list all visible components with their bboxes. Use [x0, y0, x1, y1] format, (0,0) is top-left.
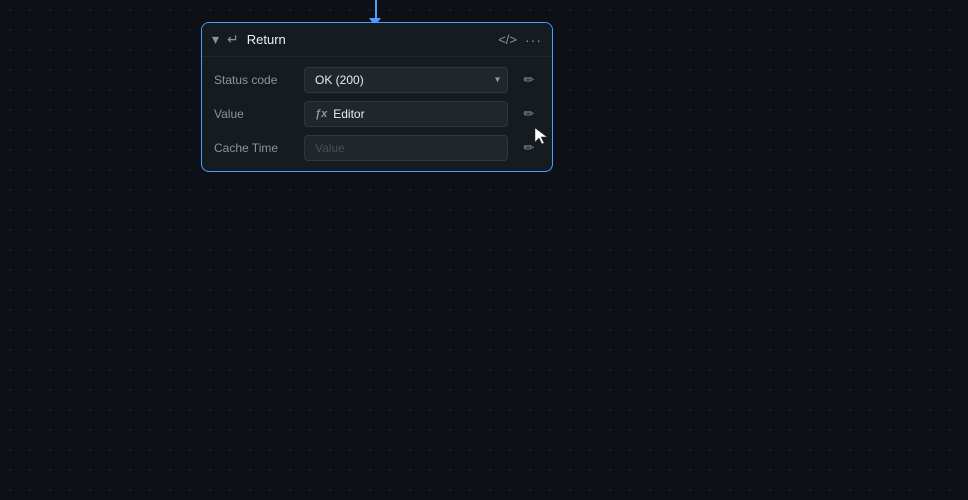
- return-icon: ↵: [227, 31, 239, 48]
- canvas: ▾ ↵ Return </> ··· Status code OK (200) …: [0, 0, 968, 500]
- value-edit-button[interactable]: ✏: [518, 106, 540, 122]
- cache-time-input[interactable]: [304, 135, 508, 161]
- editor-button[interactable]: ƒx Editor: [304, 101, 508, 127]
- value-editor-wrap: ƒx Editor: [304, 101, 508, 127]
- editor-label: Editor: [333, 107, 364, 121]
- collapse-chevron-icon[interactable]: ▾: [212, 31, 219, 48]
- status-code-select-wrap: OK (200) Created (201) Bad Request (400)…: [304, 67, 508, 93]
- code-icon[interactable]: </>: [498, 32, 517, 47]
- node-title: Return: [247, 32, 490, 47]
- cache-time-input-wrap: [304, 135, 508, 161]
- more-options-icon[interactable]: ···: [525, 32, 542, 48]
- value-row: Value ƒx Editor ✏: [214, 101, 540, 127]
- fx-icon: ƒx: [315, 108, 327, 120]
- return-node: ▾ ↵ Return </> ··· Status code OK (200) …: [201, 22, 553, 172]
- node-header: ▾ ↵ Return </> ···: [202, 23, 552, 57]
- status-code-select[interactable]: OK (200) Created (201) Bad Request (400)…: [304, 67, 508, 93]
- cache-time-label: Cache Time: [214, 141, 294, 155]
- value-label: Value: [214, 107, 294, 121]
- cache-time-row: Cache Time ✏: [214, 135, 540, 161]
- node-body: Status code OK (200) Created (201) Bad R…: [202, 57, 552, 171]
- status-code-label: Status code: [214, 73, 294, 87]
- status-code-row: Status code OK (200) Created (201) Bad R…: [214, 67, 540, 93]
- status-code-edit-button[interactable]: ✏: [518, 72, 540, 88]
- cache-time-edit-button[interactable]: ✏: [518, 140, 540, 156]
